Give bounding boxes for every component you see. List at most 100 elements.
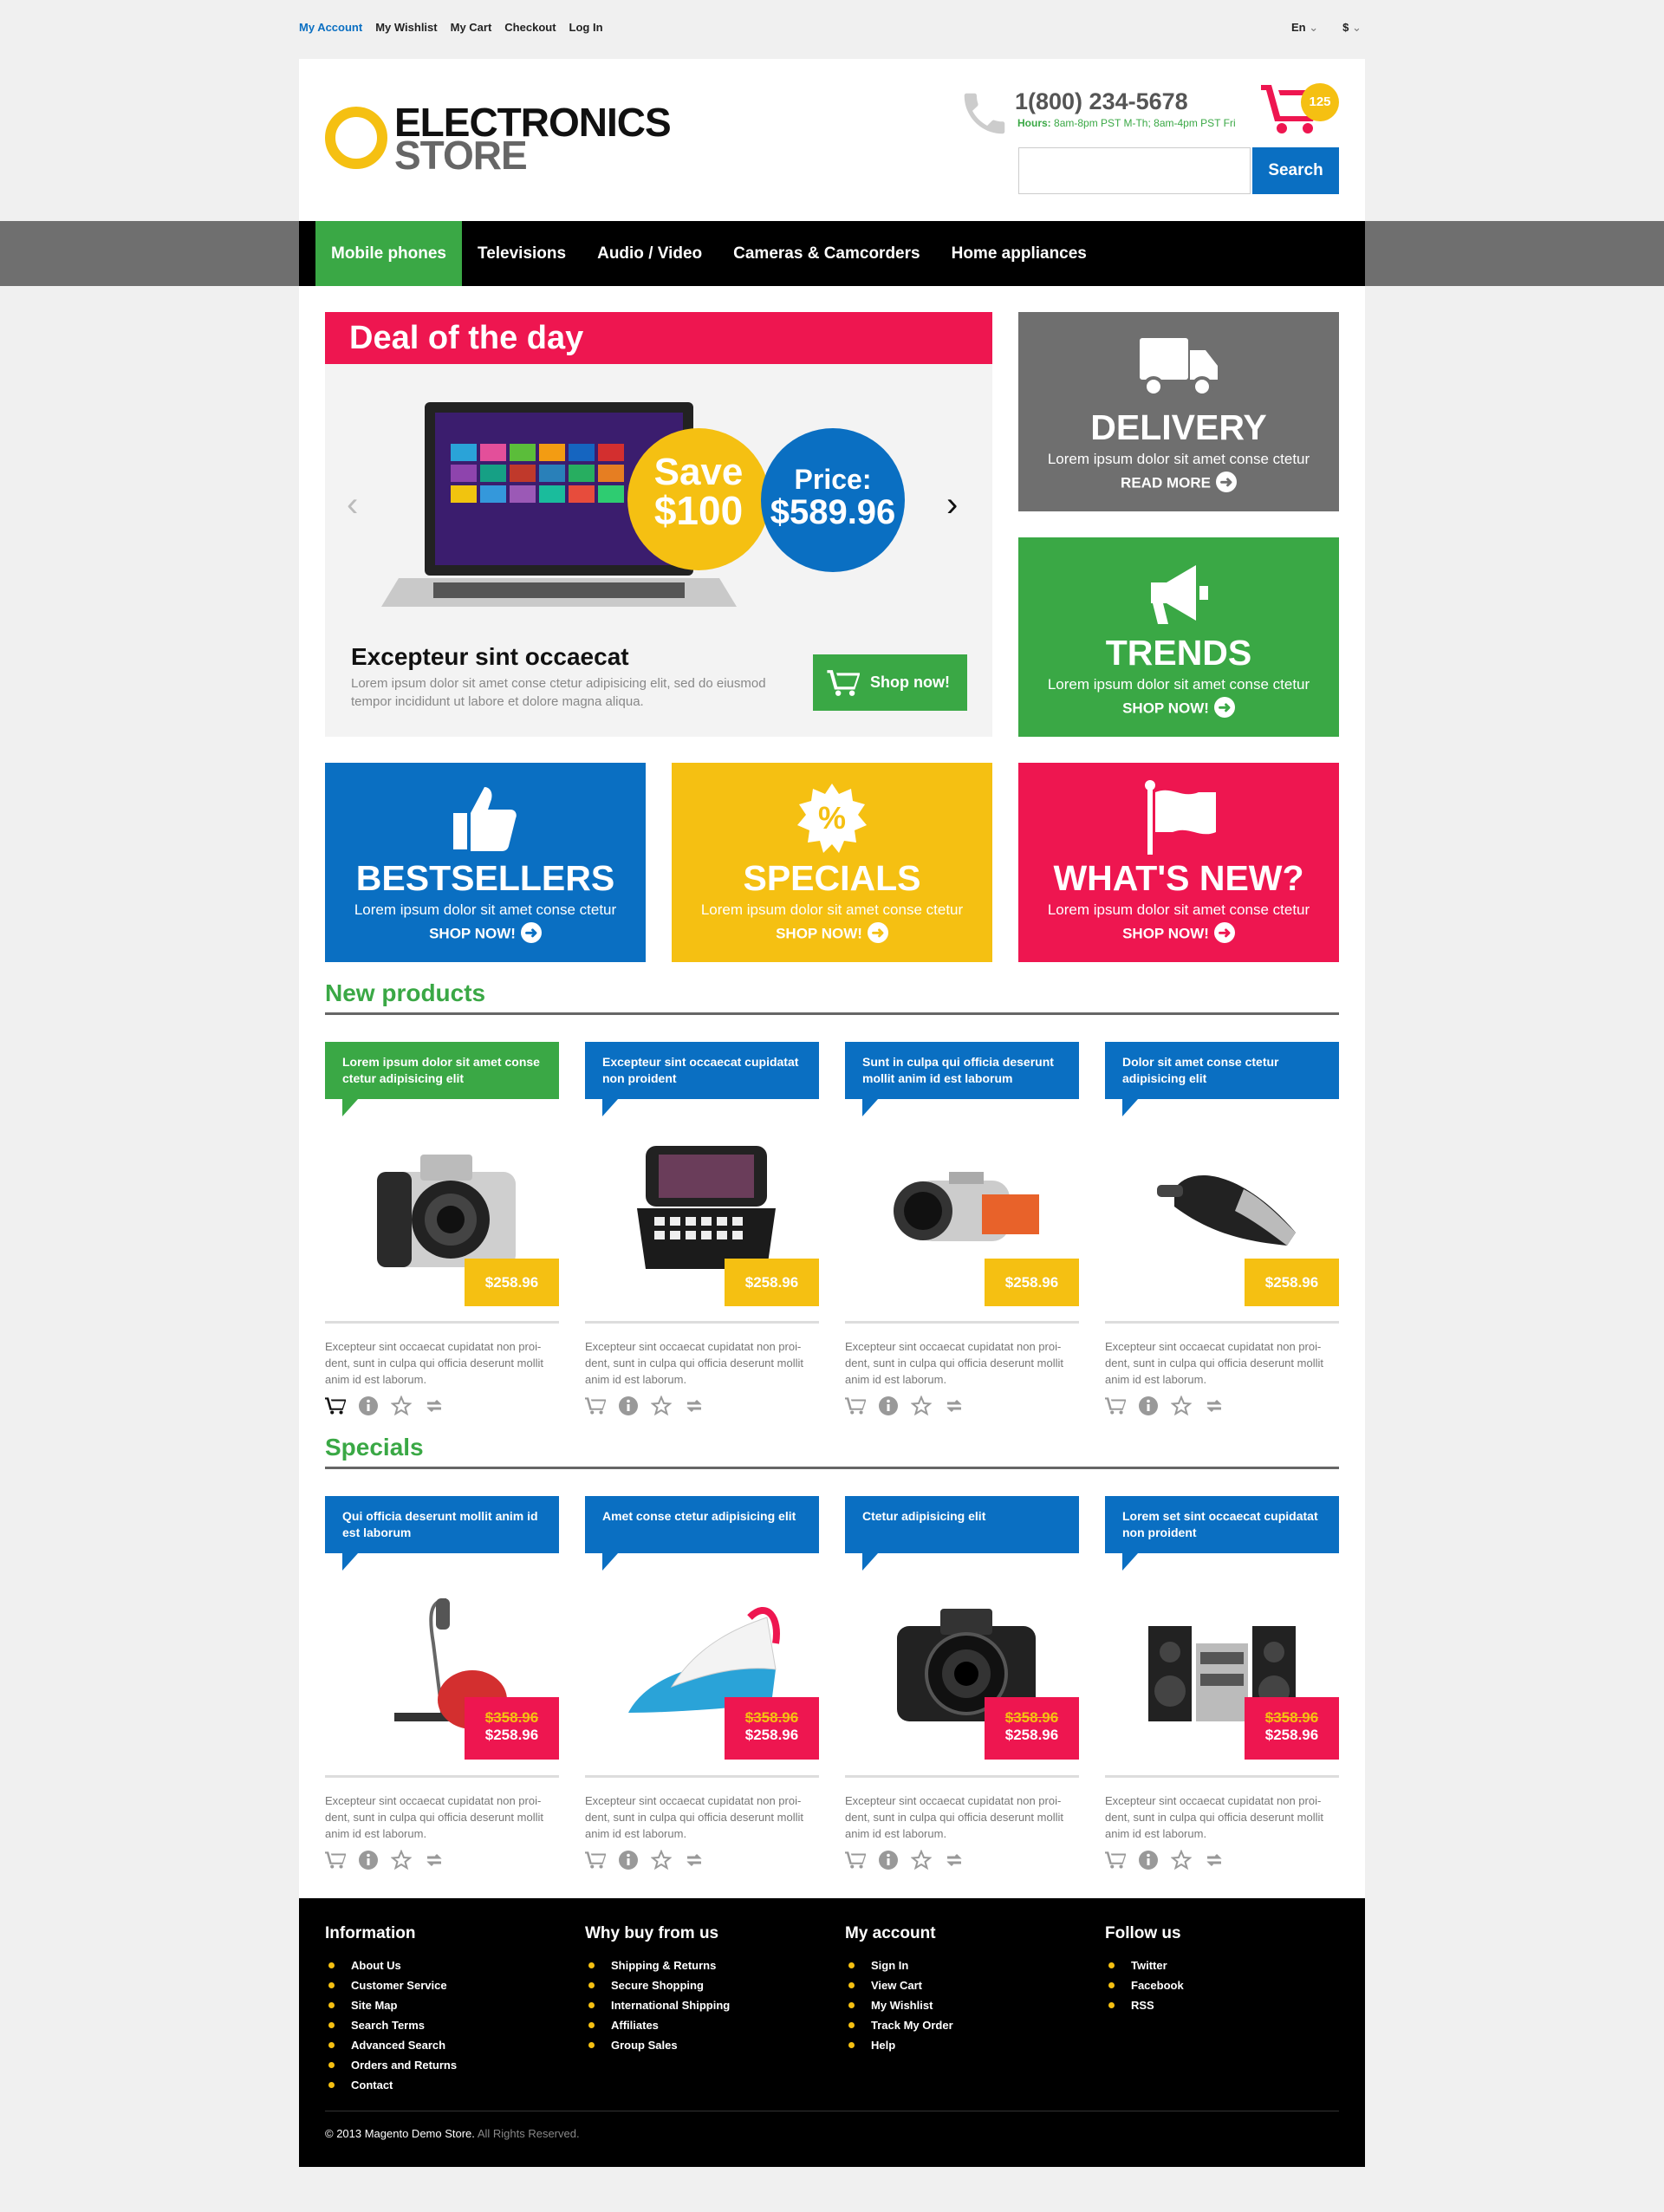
nav-item-televisions[interactable]: Televisions (462, 221, 582, 286)
footer-link[interactable]: Secure Shopping (585, 1975, 730, 1995)
add-to-cart-icon[interactable] (845, 1850, 866, 1870)
footer-link[interactable]: Sign In (845, 1955, 953, 1975)
language-select[interactable]: En (1291, 21, 1318, 35)
product-card: Qui officia deserunt mollit anim id est … (325, 1496, 559, 1877)
wishlist-star-icon[interactable] (391, 1850, 412, 1870)
footer-link[interactable]: Customer Service (325, 1975, 457, 1995)
top-link-my-cart[interactable]: My Cart (451, 21, 492, 34)
wishlist-star-icon[interactable] (1171, 1850, 1192, 1870)
footer-link[interactable]: Track My Order (845, 2015, 953, 2035)
save-badge-label: Save (653, 451, 744, 493)
wishlist-star-icon[interactable] (391, 1396, 412, 1416)
footer-link[interactable]: Affiliates (585, 2015, 730, 2035)
compare-icon[interactable] (944, 1850, 965, 1870)
compare-icon[interactable] (684, 1850, 705, 1870)
footer-link[interactable]: Shipping & Returns (585, 1955, 730, 1975)
footer-link[interactable]: About Us (325, 1955, 457, 1975)
add-to-cart-icon[interactable] (1105, 1850, 1126, 1870)
nav-item-home-appliances[interactable]: Home appliances (936, 221, 1102, 286)
footer-link[interactable]: Group Sales (585, 2035, 730, 2055)
cart-count-badge[interactable]: 125 (1301, 83, 1339, 121)
search-input[interactable] (1018, 147, 1251, 194)
add-to-cart-icon[interactable] (845, 1396, 866, 1416)
top-link-my-wishlist[interactable]: My Wishlist (375, 21, 437, 34)
product-tag[interactable]: Sunt in culpa qui officia deserunt molli… (845, 1042, 1079, 1116)
footer-link[interactable]: Contact (325, 2075, 457, 2095)
phone-icon (964, 93, 1005, 134)
tile-link-label: SHOP NOW! (1122, 699, 1209, 717)
info-icon[interactable] (358, 1396, 379, 1416)
info-icon[interactable] (878, 1396, 899, 1416)
footer-link[interactable]: Site Map (325, 1995, 457, 2015)
compare-icon[interactable] (944, 1396, 965, 1416)
arrow-right-icon: ➜ (867, 922, 888, 943)
compare-icon[interactable] (684, 1396, 705, 1416)
tile-specials[interactable]: % SPECIALS Lorem ipsum dolor sit amet co… (672, 763, 992, 962)
tile-trends[interactable]: TRENDS Lorem ipsum dolor sit amet conse … (1018, 537, 1339, 737)
product-tag[interactable]: Ctetur adipisicing elit (845, 1496, 1079, 1571)
product-tag[interactable]: Amet conse ctetur adipisicing elit (585, 1496, 819, 1571)
wishlist-star-icon[interactable] (651, 1850, 672, 1870)
footer-link[interactable]: Twitter (1105, 1955, 1184, 1975)
info-icon[interactable] (878, 1850, 899, 1870)
arrow-right-icon: ➜ (1215, 472, 1237, 492)
product-tag[interactable]: Lorem ipsum dolor sit amet conse ctetur … (325, 1042, 559, 1116)
top-link-checkout[interactable]: Checkout (504, 21, 556, 34)
top-link-log-in[interactable]: Log In (569, 21, 603, 34)
tile-link[interactable]: SHOP NOW! ➜ (672, 922, 992, 945)
slider-prev-icon[interactable]: ‹ (347, 485, 358, 524)
add-to-cart-icon[interactable] (325, 1396, 346, 1416)
product-price: $258.96 (465, 1259, 559, 1306)
tile-link[interactable]: READ MORE ➜ (1018, 472, 1339, 494)
currency-select[interactable]: $ (1342, 21, 1362, 35)
info-icon[interactable] (1138, 1850, 1159, 1870)
nav-item-cameras-camcorders[interactable]: Cameras & Camcorders (718, 221, 935, 286)
wishlist-star-icon[interactable] (911, 1396, 932, 1416)
footer-link[interactable]: My Wishlist (845, 1995, 953, 2015)
deal-product-name[interactable]: Excepteur sint occaecat (351, 643, 629, 671)
shop-now-button[interactable]: Shop now! (813, 654, 967, 711)
add-to-cart-icon[interactable] (325, 1850, 346, 1870)
compare-icon[interactable] (1204, 1396, 1225, 1416)
product-tag[interactable]: Excepteur sint occaecat cupidatat non pr… (585, 1042, 819, 1116)
nav-item-mobile-phones[interactable]: Mobile phones (315, 221, 462, 286)
tile-link[interactable]: SHOP NOW! ➜ (1018, 922, 1339, 945)
add-to-cart-icon[interactable] (585, 1850, 606, 1870)
footer-link[interactable]: Orders and Returns (325, 2055, 457, 2075)
product-tag[interactable]: Dolor sit amet conse ctetur adipisicing … (1105, 1042, 1339, 1116)
tile-link[interactable]: SHOP NOW! ➜ (1018, 697, 1339, 719)
footer-link[interactable]: Advanced Search (325, 2035, 457, 2055)
compare-icon[interactable] (1204, 1850, 1225, 1870)
compare-icon[interactable] (424, 1396, 445, 1416)
wishlist-star-icon[interactable] (911, 1850, 932, 1870)
save-badge: Save $100 (627, 428, 770, 570)
info-icon[interactable] (618, 1850, 639, 1870)
tile-bestsellers[interactable]: BESTSELLERS Lorem ipsum dolor sit amet c… (325, 763, 646, 962)
add-to-cart-icon[interactable] (585, 1396, 606, 1416)
footer-link[interactable]: View Cart (845, 1975, 953, 1995)
search-button[interactable]: Search (1252, 147, 1339, 194)
footer-link[interactable]: Search Terms (325, 2015, 457, 2035)
footer-link[interactable]: International Shipping (585, 1995, 730, 2015)
tile-delivery[interactable]: DELIVERY Lorem ipsum dolor sit amet cons… (1018, 312, 1339, 511)
wishlist-star-icon[interactable] (1171, 1396, 1192, 1416)
product-tag[interactable]: Lorem set sint occaecat cupidatat non pr… (1105, 1496, 1339, 1571)
tile-link-label: READ MORE (1121, 474, 1211, 491)
footer-column-my-account: My account Sign In View Cart My Wishlist… (845, 1924, 953, 2055)
product-actions (1105, 1850, 1225, 1870)
info-icon[interactable] (618, 1396, 639, 1416)
compare-icon[interactable] (424, 1850, 445, 1870)
add-to-cart-icon[interactable] (1105, 1396, 1126, 1416)
footer-link[interactable]: Facebook (1105, 1975, 1184, 1995)
tile-whats-new[interactable]: WHAT'S NEW? Lorem ipsum dolor sit amet c… (1018, 763, 1339, 962)
wishlist-star-icon[interactable] (651, 1396, 672, 1416)
info-icon[interactable] (1138, 1396, 1159, 1416)
slider-next-icon[interactable]: › (946, 485, 958, 524)
tile-link[interactable]: SHOP NOW! ➜ (325, 922, 646, 945)
top-link-my-account[interactable]: My Account (299, 21, 362, 34)
nav-item-audio-video[interactable]: Audio / Video (582, 221, 718, 286)
info-icon[interactable] (358, 1850, 379, 1870)
footer-link[interactable]: RSS (1105, 1995, 1184, 2015)
product-tag[interactable]: Qui officia deserunt mollit anim id est … (325, 1496, 559, 1571)
footer-link[interactable]: Help (845, 2035, 953, 2055)
